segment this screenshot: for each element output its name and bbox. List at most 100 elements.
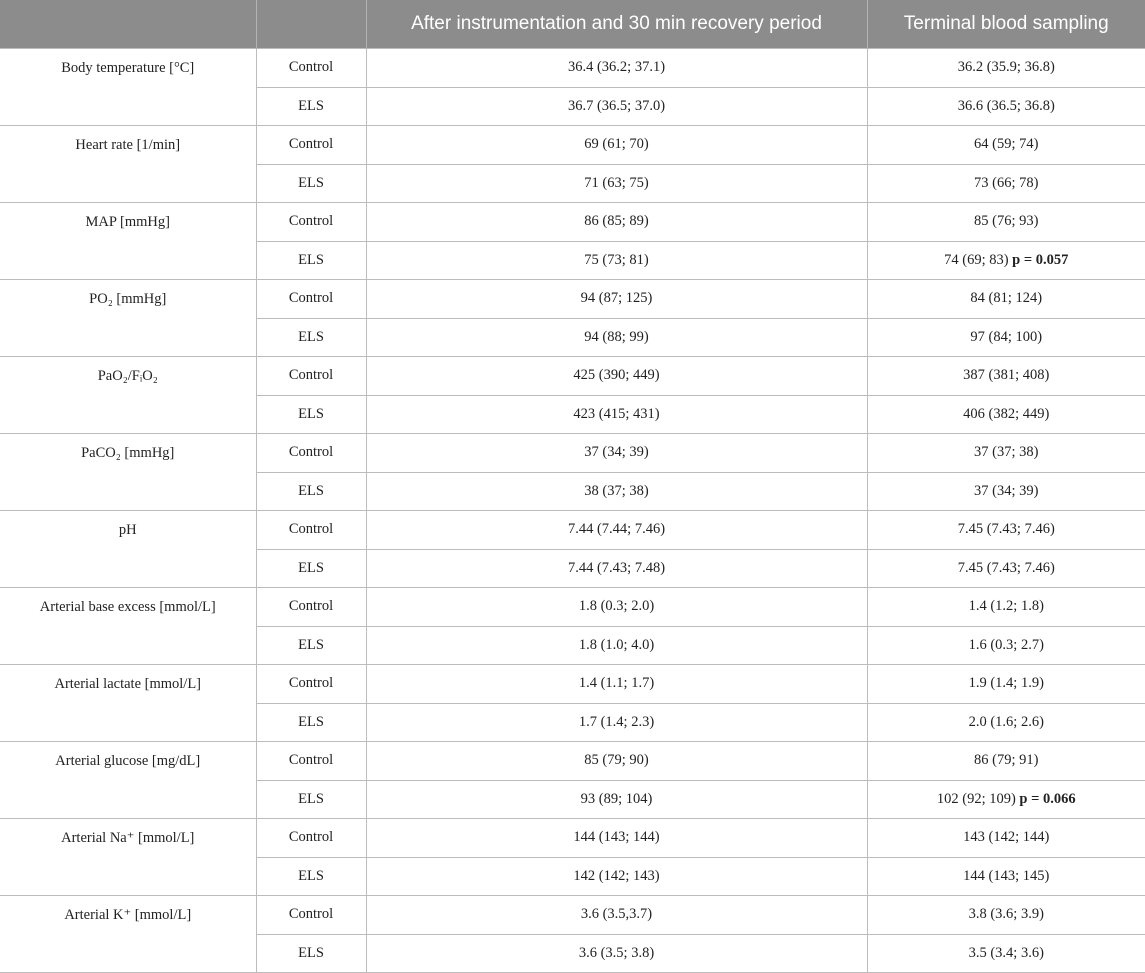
group-label: ELS [256,933,367,973]
value-after-instrumentation: 37 (34; 39) [365,433,868,473]
group-label: Control [255,279,367,319]
group-label: Control [255,895,367,935]
header-group [256,0,367,49]
value-text: 1.6 (0.3; 2.7) [968,636,1044,653]
group-label: Control [255,664,367,704]
group-label: Control [255,48,367,88]
parameter-cell: PaCO₂ [mmHg] [0,433,257,511]
group-label: Control [255,356,367,396]
value-after-instrumentation: 85 (79; 90) [365,741,868,781]
group-label: ELS [256,856,367,896]
table-row: Arterial lactate [mmol/L] Control 1.4 (1.1… [0,664,1145,742]
group-label: Control [255,125,367,165]
table-row: Body temperature [°C] Control 36.4 (36.2; … [0,48,1145,126]
value-after-instrumentation: 1.4 (1.1; 1.7) [365,664,868,704]
value-after-instrumentation: 144 (143; 144) [365,818,868,858]
value-text: 3.5 (3.4; 3.6) [968,944,1044,961]
parameter-cell: MAP [mmHg] [0,202,257,280]
value-terminal-sampling: 36.2 (35.9; 36.8) [866,48,1145,88]
value-after-instrumentation: 75 (73; 81) [365,240,868,280]
value-text: 144 (143; 145) [963,867,1050,884]
value-after-instrumentation: 1.8 (1.0; 4.0) [365,625,868,665]
value-after-instrumentation: 3.6 (3.5; 3.8) [365,933,868,973]
parameter-cell: Arterial lactate [mmol/L] [0,664,257,742]
value-terminal-sampling: 64 (59; 74) [866,125,1145,165]
value-terminal-sampling: 85 (76; 93) [866,202,1145,242]
header-terminal-sampling: Terminal blood sampling [867,0,1145,49]
value-terminal-sampling: 7.45 (7.43; 7.46) [866,548,1145,588]
header-row: After instrumentation and 30 min recover… [0,0,1145,49]
parameter-cell: Body temperature [°C] [0,48,257,126]
value-terminal-sampling: 73 (66; 78) [866,163,1145,203]
group-label: ELS [256,163,367,203]
table-row: Arterial K⁺ [mmol/L] Control 3.6 (3.5,3.7)… [0,895,1145,973]
value-after-instrumentation: 1.8 (0.3; 2.0) [365,587,868,627]
value-after-instrumentation: 7.44 (7.43; 7.48) [365,548,868,588]
value-terminal-sampling: 102 (92; 109) p = 0.066 [866,779,1145,819]
value-terminal-sampling: 143 (142; 144) [866,818,1145,858]
value-terminal-sampling: 7.45 (7.43; 7.46) [866,510,1145,550]
value-after-instrumentation: 3.6 (3.5,3.7) [365,895,868,935]
group-label: Control [255,818,367,858]
value-text: 102 (92; 109) [936,790,1016,807]
parameter-cell: PO₂ [mmHg] [0,279,257,357]
value-after-instrumentation: 69 (61; 70) [365,125,868,165]
value-after-instrumentation: 71 (63; 75) [365,163,868,203]
value-terminal-sampling: 74 (69; 83) p = 0.057 [866,240,1145,280]
value-after-instrumentation: 1.7 (1.4; 2.3) [365,702,868,742]
value-text: 36.6 (36.5; 36.8) [957,97,1055,114]
value-terminal-sampling: 37 (34; 39) [866,471,1145,511]
table-row: pH Control 7.44 (7.44; 7.46) 7.45 (7.43; 7.… [0,510,1145,588]
table-row: Arterial base excess [mmol/L] Control 1.8 … [0,587,1145,665]
value-after-instrumentation: 94 (87; 125) [365,279,868,319]
value-text: 7.45 (7.43; 7.46) [957,559,1055,576]
group-label: Control [255,741,367,781]
value-text: 37 (34; 39) [974,482,1039,499]
group-label: Control [255,202,367,242]
value-terminal-sampling: 1.9 (1.4; 1.9) [866,664,1145,704]
value-text: 2.0 (1.6; 2.6) [968,713,1044,730]
header-parameter [0,0,257,49]
parameter-cell: Arterial glucose [mg/dL] [0,741,257,819]
value-after-instrumentation: 142 (142; 143) [365,856,868,896]
value-terminal-sampling: 3.5 (3.4; 3.6) [866,933,1145,973]
value-terminal-sampling: 97 (84; 100) [866,317,1145,357]
p-value: p = 0.057 [1012,251,1069,268]
value-terminal-sampling: 144 (143; 145) [866,856,1145,896]
table-row: PO₂ [mmHg] Control 94 (87; 125) 84 (81; 124… [0,279,1145,357]
value-terminal-sampling: 3.8 (3.6; 3.9) [866,895,1145,935]
value-terminal-sampling: 36.6 (36.5; 36.8) [866,86,1145,126]
group-label: ELS [256,779,367,819]
value-text: 97 (84; 100) [970,328,1043,345]
table-header: After instrumentation and 30 min recover… [0,0,1145,49]
group-label: Control [255,510,367,550]
value-terminal-sampling: 1.6 (0.3; 2.7) [866,625,1145,665]
group-label: ELS [256,702,367,742]
value-after-instrumentation: 86 (85; 89) [365,202,868,242]
table-row: Arterial glucose [mg/dL] Control 85 (79; 9… [0,741,1145,819]
group-label: ELS [256,240,367,280]
value-terminal-sampling: 37 (37; 38) [866,433,1145,473]
value-terminal-sampling: 86 (79; 91) [866,741,1145,781]
parameter-cell: PaO₂/FᵢO₂ [0,356,257,434]
value-terminal-sampling: 2.0 (1.6; 2.6) [866,702,1145,742]
p-value: p = 0.066 [1019,790,1076,807]
table-row: MAP [mmHg] Control 86 (85; 89) 85 (76; 93) [0,202,1145,280]
header-after-instrumentation: After instrumentation and 30 min recover… [366,0,868,49]
value-text: 406 (382; 449) [963,405,1050,422]
value-after-instrumentation: 7.44 (7.44; 7.46) [365,510,868,550]
parameter-cell: pH [0,510,257,588]
value-terminal-sampling: 1.4 (1.2; 1.8) [866,587,1145,627]
group-label: ELS [256,471,367,511]
value-after-instrumentation: 38 (37; 38) [365,471,868,511]
group-label: ELS [256,86,367,126]
value-after-instrumentation: 36.4 (36.2; 37.1) [365,48,868,88]
group-label: ELS [256,317,367,357]
table-body: Body temperature [°C] Control 36.4 (36.2; … [0,48,1145,973]
group-label: Control [255,433,367,473]
table-row: PaO₂/FᵢO₂ Control 425 (390; 449) 387 (381; … [0,356,1145,434]
data-table: After instrumentation and 30 min recover… [0,0,1145,973]
parameter-cell: Heart rate [1/min] [0,125,257,203]
table-row: PaCO₂ [mmHg] Control 37 (34; 39) 37 (37; 38… [0,433,1145,511]
value-terminal-sampling: 387 (381; 408) [866,356,1145,396]
